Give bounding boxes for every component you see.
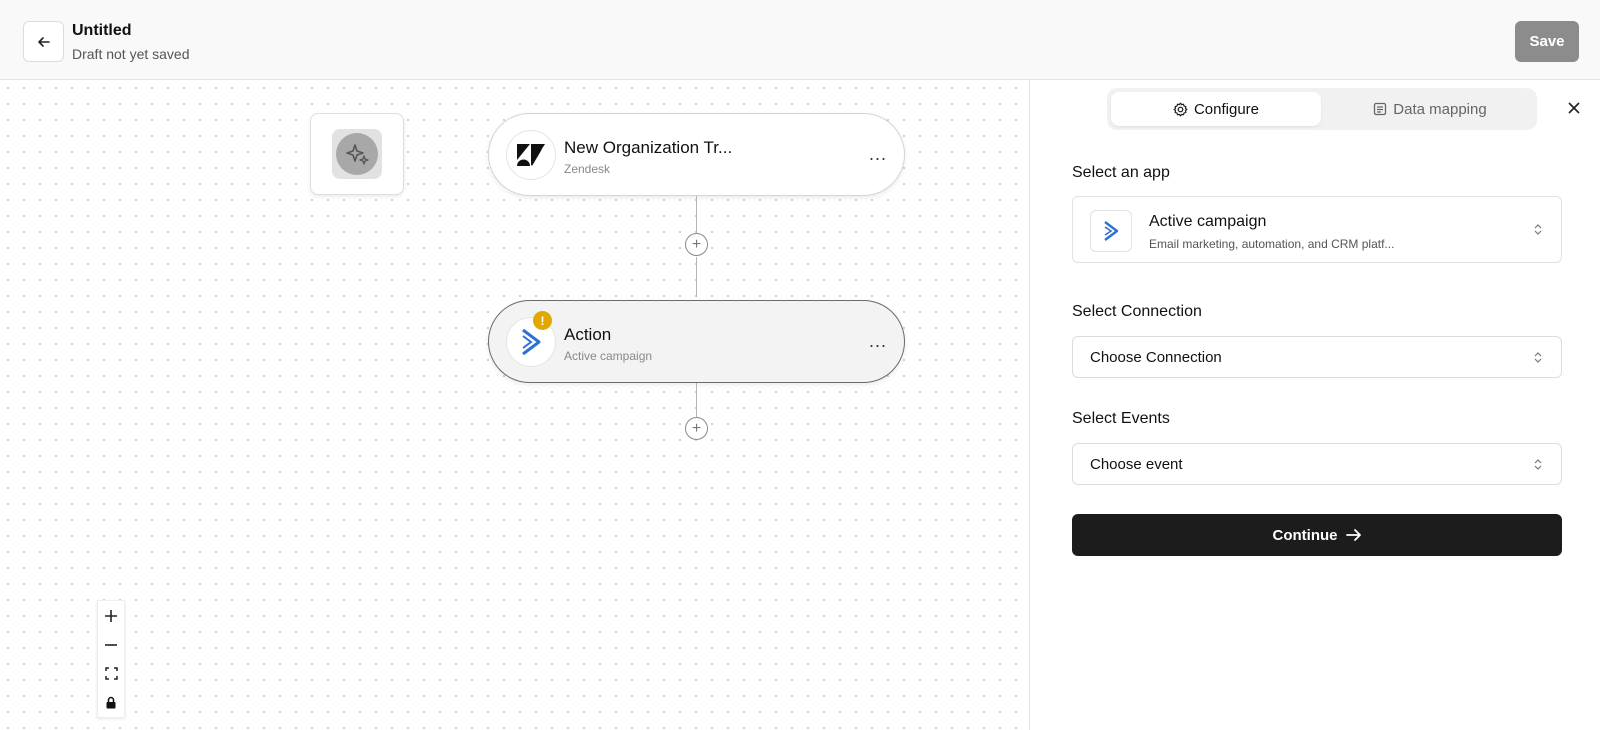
event-select-value: Choose event [1090, 456, 1183, 473]
event-select[interactable]: Choose event [1072, 443, 1562, 485]
node-title: Action [564, 325, 612, 344]
draft-status: Draft not yet saved [72, 46, 190, 62]
minus-icon [105, 643, 117, 646]
connector-line [696, 383, 697, 420]
select-app-label: Select an app [1072, 164, 1170, 181]
config-panel: Configure Data mapping Select an app Act… [1029, 80, 1600, 730]
node-app-name: Zendesk [564, 162, 611, 176]
app-select[interactable]: Active campaign Email marketing, automat… [1072, 196, 1562, 263]
page-title: Untitled [72, 22, 132, 39]
panel-tabs: Configure Data mapping [1107, 88, 1537, 130]
node-title: New Organization Tr... [564, 138, 733, 157]
ai-trigger-circle [336, 133, 378, 175]
tab-label: Configure [1193, 100, 1260, 118]
node-app-name: Active campaign [564, 349, 653, 363]
fullscreen-icon [104, 667, 118, 680]
app-description: Email marketing, automation, and CRM pla… [1149, 237, 1395, 251]
gear-icon [1173, 102, 1188, 116]
header-bar: Untitled Draft not yet saved Save [0, 0, 1600, 80]
select-connection-label: Select Connection [1072, 303, 1202, 320]
add-step-button[interactable]: + [685, 233, 708, 256]
add-step-button[interactable]: + [685, 417, 708, 440]
document-icon [1374, 102, 1387, 116]
save-button[interactable]: Save [1515, 21, 1579, 62]
sparkles-icon [346, 144, 369, 165]
zoom-controls [97, 600, 125, 718]
action-node-activecampaign[interactable]: ! Action Active campaign ... [488, 300, 905, 383]
ai-trigger-node[interactable] [310, 113, 404, 195]
close-panel-button[interactable] [1564, 98, 1584, 118]
node-menu-button[interactable]: ... [869, 331, 887, 352]
arrow-right-icon [1345, 529, 1361, 541]
continue-button[interactable]: Continue [1072, 514, 1562, 556]
tab-label: Data mapping [1393, 100, 1487, 118]
trigger-node-zendesk[interactable]: New Organization Tr... Zendesk ... [488, 113, 905, 196]
connection-select[interactable]: Choose Connection [1072, 336, 1562, 378]
close-icon [1568, 102, 1580, 114]
lock-button[interactable] [97, 688, 125, 717]
workflow-canvas[interactable]: New Organization Tr... Zendesk ... + ! A… [0, 80, 1029, 730]
connector-line [696, 257, 697, 297]
connection-select-value: Choose Connection [1090, 349, 1222, 366]
chevron-updown-icon [1533, 351, 1543, 364]
tab-data-mapping[interactable]: Data mapping [1325, 92, 1535, 126]
select-events-label: Select Events [1072, 410, 1170, 427]
chevron-updown-icon [1533, 223, 1543, 236]
back-button[interactable] [23, 21, 64, 62]
app-name: Active campaign [1149, 213, 1267, 230]
continue-label: Continue [1272, 526, 1338, 544]
activecampaign-logo-icon [1090, 210, 1132, 252]
zoom-out-button[interactable] [97, 630, 125, 659]
chevron-updown-icon [1533, 458, 1543, 471]
zendesk-logo-icon [506, 130, 556, 180]
arrow-left-icon [37, 36, 50, 47]
node-menu-button[interactable]: ... [869, 144, 887, 165]
tab-configure[interactable]: Configure [1111, 92, 1321, 126]
plus-icon [105, 609, 117, 622]
lock-icon [106, 696, 116, 709]
ai-trigger-inner [332, 129, 382, 179]
fit-view-button[interactable] [97, 659, 125, 688]
zoom-in-button[interactable] [97, 601, 125, 630]
warning-badge: ! [533, 311, 552, 330]
